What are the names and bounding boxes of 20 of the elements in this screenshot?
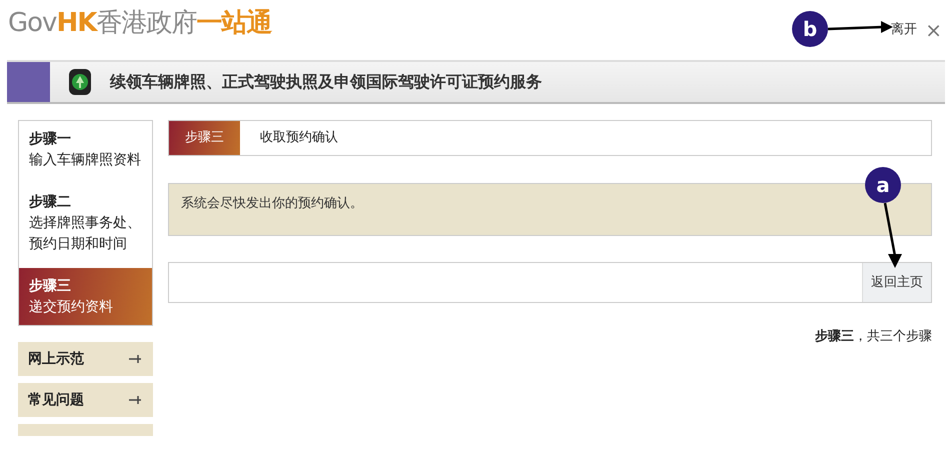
traffic-light-icon: [66, 67, 94, 97]
callout-arrow: [884, 202, 902, 268]
banner-accent: [7, 62, 50, 102]
arrow-icon: [129, 395, 143, 406]
page-title: 续领车辆牌照、正式驾驶执照及申领国际驾驶许可证预约服务: [110, 71, 542, 93]
step-item: 步骤一 输入车辆牌照资料: [28, 130, 142, 170]
callout-arrow: [828, 21, 893, 33]
close-button[interactable]: ×: [925, 20, 942, 40]
callout-marker: a: [865, 167, 901, 203]
menu-item[interactable]: [18, 424, 153, 436]
leave-link[interactable]: 离开: [891, 20, 918, 40]
menu-item[interactable]: 常见问题: [18, 383, 153, 418]
step-item: 步骤二 选择牌照事务处、预约日期和时间: [28, 193, 142, 254]
menu-item[interactable]: 网上示范: [18, 342, 153, 376]
arrow-icon: [129, 354, 143, 364]
step-title: 收取预约确认: [259, 129, 338, 148]
step-item: 步骤三 递交预约资料: [19, 268, 152, 326]
step-label: 步骤三: [169, 121, 240, 155]
callout-marker: b: [792, 11, 828, 47]
home-button[interactable]: 返回主页: [862, 263, 931, 302]
